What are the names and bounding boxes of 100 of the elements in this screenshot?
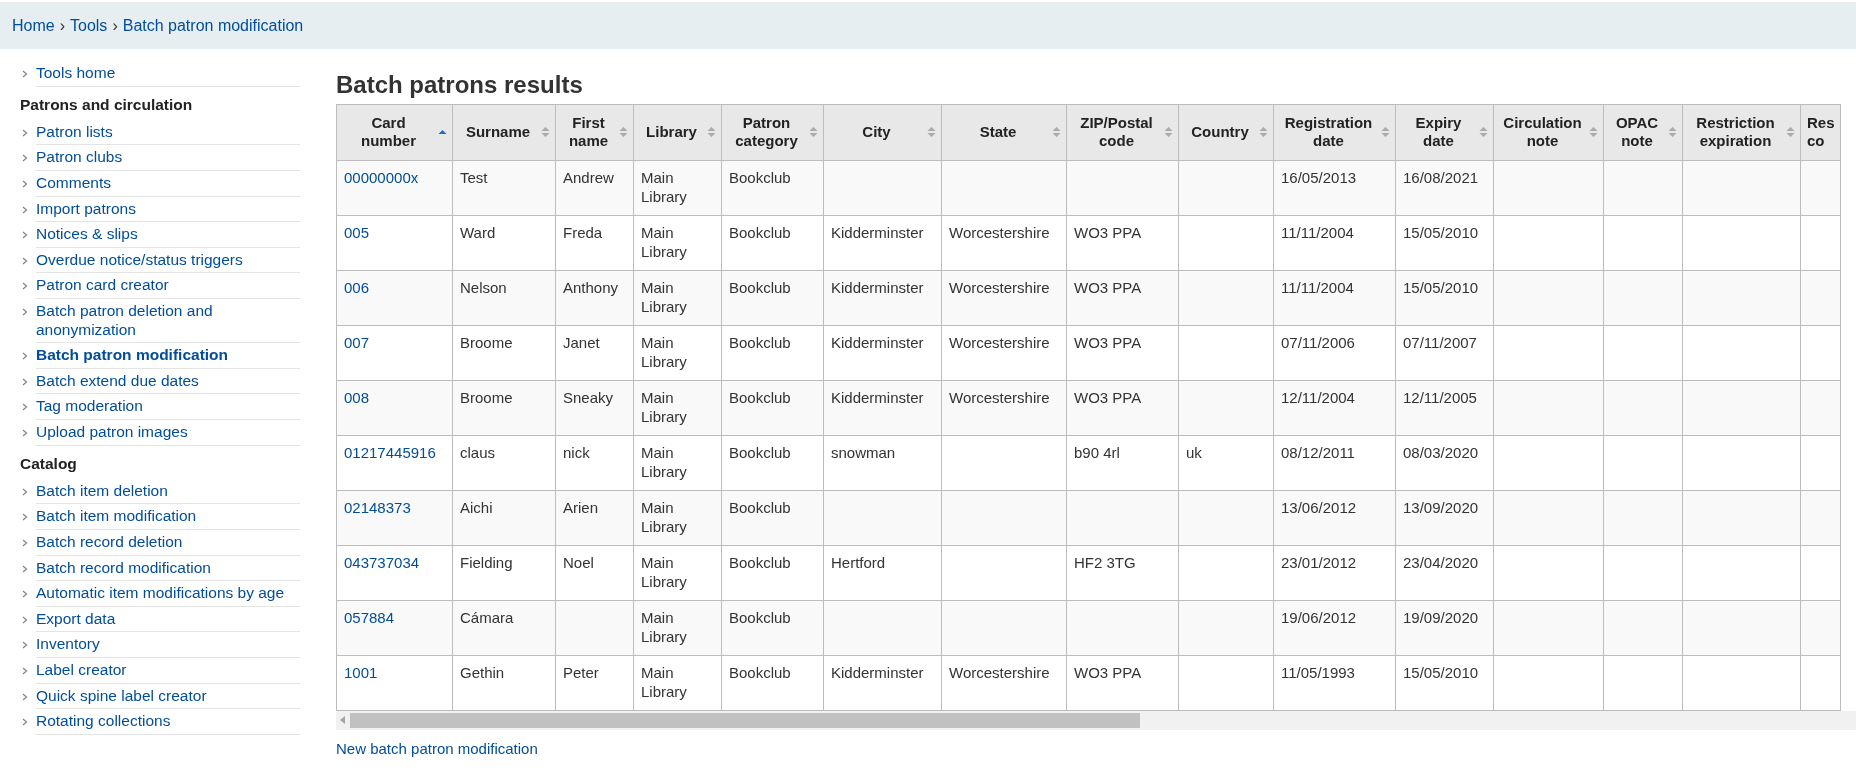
new-batch-link[interactable]: New batch patron modification (336, 737, 538, 761)
column-header[interactable]: OPAC note (1603, 104, 1683, 161)
chevron-icon (20, 718, 30, 727)
table-cell: Worcestershire (941, 270, 1067, 326)
sidebar-link[interactable]: Quick spine label creator (36, 683, 300, 710)
scroll-left-icon[interactable] (340, 716, 346, 725)
sort-icon[interactable] (707, 126, 716, 139)
breadcrumb-link[interactable]: Tools (70, 13, 108, 38)
column-header[interactable]: Circulation note (1493, 104, 1604, 161)
table-cell: Ward (452, 215, 556, 271)
sort-icon[interactable] (1164, 126, 1173, 139)
sort-icon[interactable] (1786, 126, 1795, 139)
sidebar-link[interactable]: Batch item modification (36, 504, 300, 530)
breadcrumb-link[interactable]: Home (12, 13, 55, 38)
sidebar-link[interactable]: Label creator (36, 657, 300, 684)
sidebar-link[interactable]: Comments (36, 171, 300, 197)
sidebar-link[interactable]: Patron lists (36, 119, 300, 146)
sidebar-link[interactable]: Batch record modification (36, 555, 300, 582)
chevron-icon (20, 205, 30, 214)
sidebar-link[interactable]: Inventory (36, 632, 300, 658)
table-cell: Broome (452, 380, 556, 436)
sidebar-link[interactable]: Batch patron deletion and anonymization (36, 299, 300, 344)
breadcrumb-separator: › (112, 15, 118, 36)
sidebar-link[interactable]: Tools home (36, 61, 300, 87)
column-header[interactable]: First name (555, 104, 634, 161)
table-cell: 08/12/2011 (1273, 435, 1396, 491)
column-header[interactable]: Library (633, 104, 722, 161)
table-cell: Arien (555, 490, 634, 546)
sort-icon[interactable] (541, 126, 550, 139)
sidebar-link[interactable]: Batch patron modification (36, 343, 300, 369)
table-cell: Bookclub (721, 600, 824, 656)
sidebar-link[interactable]: Rotating collections (36, 709, 300, 735)
column-header[interactable]: Registration date (1273, 104, 1396, 161)
card-number-link[interactable]: 005 (344, 223, 370, 241)
sort-icon[interactable] (619, 126, 628, 139)
column-header[interactable]: Restriction expiration (1682, 104, 1801, 161)
sidebar-link[interactable]: Upload patron images (36, 419, 300, 446)
table-cell: WO3 PPA (1066, 655, 1179, 711)
sidebar-link[interactable]: Batch extend due dates (36, 368, 300, 395)
sidebar-link[interactable]: Automatic item modifications by age (36, 581, 300, 607)
table-cell: Main Library (633, 545, 722, 601)
card-number-link[interactable]: 008 (344, 388, 370, 406)
horizontal-scrollbar[interactable] (336, 710, 1856, 730)
chevron-icon (20, 154, 30, 163)
chevron-icon (20, 308, 30, 316)
sidebar-link[interactable]: Patron card creator (36, 273, 300, 299)
column-header[interactable]: Patron category (721, 104, 824, 161)
table-cell: Bookclub (721, 215, 824, 271)
card-number-link[interactable]: 1001 (344, 663, 378, 681)
column-header[interactable]: State (941, 104, 1067, 161)
column-header[interactable]: City (823, 104, 942, 161)
sidebar-heading: Catalog (20, 453, 78, 474)
breadcrumb-link[interactable]: Batch patron modification (122, 13, 304, 38)
card-number-link[interactable]: 007 (344, 333, 370, 351)
table-cell: Worcestershire (941, 380, 1067, 436)
table-cell: 13/09/2020 (1395, 490, 1494, 546)
sort-icon[interactable] (1052, 126, 1061, 139)
table-cell: Kidderminster (823, 215, 942, 271)
sort-icon[interactable] (927, 126, 936, 139)
table-cell: Fielding (452, 545, 556, 601)
sidebar-link[interactable]: Overdue notice/status triggers (36, 247, 300, 274)
table-cell: 12/11/2005 (1395, 380, 1494, 436)
table-cell: 23/01/2012 (1273, 545, 1396, 601)
sort-icon[interactable] (1381, 126, 1390, 139)
table-cell: Bookclub (721, 325, 824, 381)
sidebar-link[interactable]: Tag moderation (36, 394, 300, 420)
column-header[interactable]: Country (1178, 104, 1274, 161)
table-cell: Cámara (452, 600, 556, 656)
table-cell: 16/05/2013 (1273, 160, 1396, 216)
sort-icon[interactable] (1668, 126, 1677, 139)
sort-icon[interactable] (1589, 126, 1598, 139)
chevron-icon (20, 428, 30, 437)
card-number-link[interactable]: 057884 (344, 608, 395, 626)
table-cell: b90 4rl (1066, 435, 1179, 491)
chevron-icon (20, 180, 30, 189)
sort-icon[interactable] (809, 126, 818, 139)
sidebar-link[interactable]: Notices & slips (36, 222, 300, 248)
table-cell: Main Library (633, 380, 722, 436)
sort-icon[interactable] (1479, 126, 1488, 139)
sidebar-link[interactable]: Patron clubs (36, 145, 300, 172)
table-cell: Worcestershire (941, 325, 1067, 381)
column-header[interactable]: Card number (336, 104, 453, 161)
sort-icon[interactable] (1259, 126, 1268, 139)
column-header[interactable]: ZIP/Postal code (1066, 104, 1179, 161)
column-header[interactable]: Surname (452, 104, 556, 161)
card-number-link[interactable]: 006 (344, 278, 370, 296)
table-cell: Test (452, 160, 556, 216)
sidebar-link[interactable]: Batch item deletion (36, 478, 300, 505)
sidebar-link[interactable]: Export data (36, 606, 300, 633)
table-cell: Andrew (555, 160, 634, 216)
table-cell: nick (555, 435, 634, 491)
column-header: Res co (1800, 104, 1841, 161)
table-cell: Main Library (633, 435, 722, 491)
column-header[interactable]: Expiry date (1395, 104, 1494, 161)
sidebar-link[interactable]: Batch record deletion (36, 530, 300, 556)
table-cell: Sneaky (555, 380, 634, 436)
card-number-link[interactable]: 02148373 (344, 498, 411, 516)
chevron-icon (20, 231, 30, 240)
sidebar-link[interactable]: Import patrons (36, 196, 300, 223)
chevron-icon (20, 590, 30, 599)
